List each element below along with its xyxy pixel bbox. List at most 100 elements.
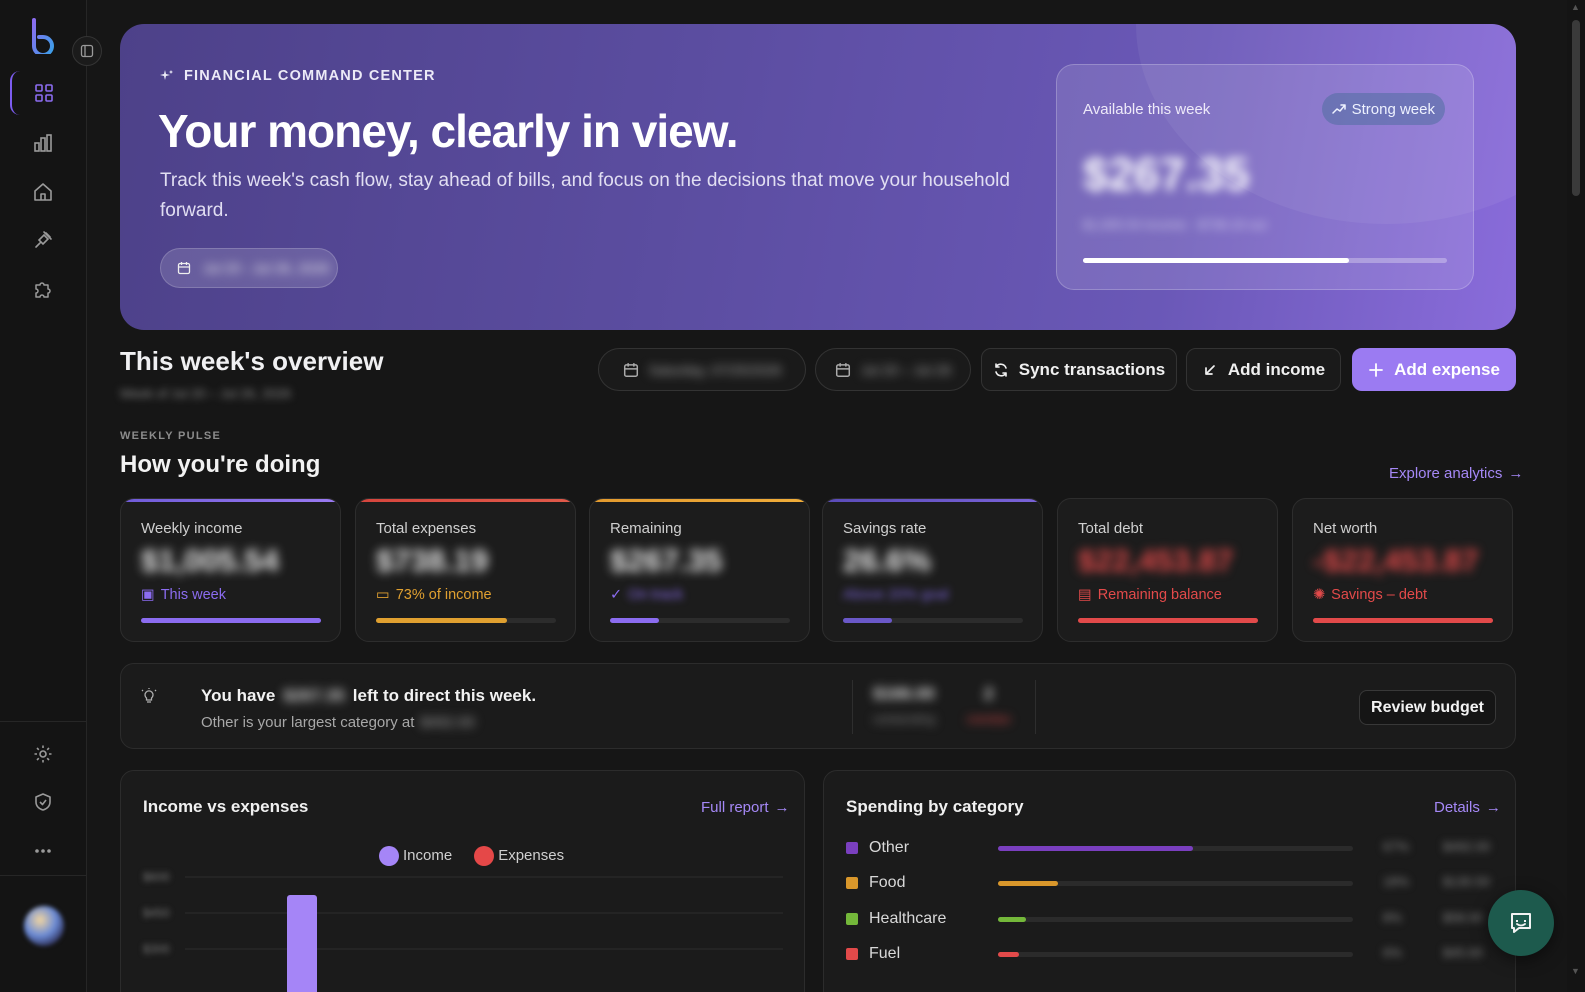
- stat-card-remaining[interactable]: Remaining $267.35 ✓ On track: [589, 498, 810, 642]
- stat-card-total-expenses[interactable]: Total expenses $738.19 ▭ 73% of income: [355, 498, 576, 642]
- nav-integrations[interactable]: [10, 218, 76, 262]
- nav-home[interactable]: [10, 170, 76, 214]
- date-picker-text: Saturday, 07/25/2026: [648, 361, 782, 378]
- category-bar: [998, 846, 1353, 851]
- pulse-eyebrow: WEEKLY PULSE: [120, 430, 222, 442]
- explore-analytics-link[interactable]: Explore analytics →: [1389, 465, 1523, 482]
- sidebar-toggle-icon: [80, 44, 94, 58]
- refresh-icon: [994, 362, 1007, 377]
- category-amount: $130.50: [1443, 874, 1490, 889]
- stat-label: Savings rate: [843, 520, 927, 537]
- category-bar: [998, 917, 1353, 922]
- hero-eyebrow-text: FINANCIAL COMMAND CENTER: [184, 68, 436, 84]
- category-row[interactable]: Food 18% $130.50: [846, 874, 1506, 894]
- hero-banner: FINANCIAL COMMAND CENTER Your money, cle…: [120, 24, 1516, 330]
- plug-icon: [35, 231, 52, 248]
- available-progress: [1083, 258, 1447, 263]
- category-name: Fuel: [869, 945, 901, 962]
- range-picker[interactable]: Jul 20 – Jul 26: [815, 348, 971, 391]
- insight-suffix: left to direct this week.: [352, 686, 537, 705]
- stat-progress: [1078, 618, 1258, 623]
- explore-analytics-text: Explore analytics: [1389, 465, 1503, 482]
- stat-label: Remaining: [610, 520, 682, 537]
- category-amount: $45.00: [1443, 945, 1483, 960]
- stat-card-net-worth[interactable]: Net worth -$22,453.87 ✺ Savings – debt: [1292, 498, 1513, 642]
- category-name: Other: [869, 839, 910, 856]
- scroll-down-icon[interactable]: ▼: [1571, 966, 1580, 976]
- lightbulb-icon: [141, 688, 157, 703]
- stat-progress-fill: [843, 618, 892, 623]
- category-bar-fill: [998, 881, 1059, 886]
- pulse-title: How you're doing: [120, 451, 321, 478]
- add-income-button[interactable]: Add income: [1186, 348, 1341, 391]
- calendar-icon: [623, 362, 638, 377]
- category-swatch: [846, 913, 858, 925]
- range-picker-text: Jul 20 – Jul 26: [860, 361, 952, 378]
- sync-transactions-button[interactable]: Sync transactions: [981, 348, 1177, 391]
- stat-progress: [843, 618, 1023, 623]
- date-picker[interactable]: Saturday, 07/25/2026: [598, 348, 806, 391]
- stat-accent: [823, 499, 1042, 502]
- scroll-up-icon[interactable]: ▲: [1571, 2, 1580, 12]
- category-swatch: [846, 842, 858, 854]
- stat-label: Net worth: [1313, 520, 1378, 537]
- category-row[interactable]: Healthcare 8% $58.00: [846, 910, 1506, 930]
- stat-card-weekly-income[interactable]: Weekly income $1,005.54 ▣ This week: [120, 498, 341, 642]
- hero-date-pill[interactable]: Jul 20 - Jul 26, 2026: [160, 248, 338, 288]
- details-link[interactable]: Details →: [1434, 799, 1501, 816]
- stat-progress: [1313, 618, 1493, 623]
- spending-title: Spending by category: [846, 797, 1024, 816]
- stat-note-text: 73% of income: [395, 587, 492, 603]
- add-expense-label: Add expense: [1394, 359, 1500, 379]
- nav-settings[interactable]: [10, 732, 76, 776]
- y-tick-label: $300: [143, 942, 170, 956]
- grid-icon: [35, 84, 53, 102]
- home-icon: [34, 183, 52, 201]
- stat-note: ▭ 73% of income: [376, 587, 492, 603]
- stat-note: ✺ Savings – debt: [1313, 587, 1427, 603]
- stat-note: ▤ Remaining balance: [1078, 587, 1222, 603]
- category-row[interactable]: Fuel 6% $45.00: [846, 945, 1506, 965]
- income-bar[interactable]: [287, 895, 317, 992]
- category-percent: 18%: [1383, 874, 1410, 889]
- category-percent: 67%: [1383, 839, 1410, 854]
- stat-progress: [376, 618, 556, 623]
- avatar[interactable]: [24, 906, 64, 946]
- scroll-thumb[interactable]: [1572, 20, 1580, 196]
- add-expense-button[interactable]: Add expense: [1352, 348, 1516, 391]
- stat-progress: [610, 618, 790, 623]
- more-icon: [35, 849, 51, 853]
- category-row[interactable]: Other 67% $492.00: [846, 839, 1506, 859]
- category-bar: [998, 881, 1353, 886]
- nav-extensions[interactable]: [10, 267, 76, 311]
- collapse-sidebar-button[interactable]: [72, 36, 102, 66]
- plus-icon: [1369, 362, 1383, 377]
- stat-note: Above 20% goal: [843, 587, 949, 603]
- stat-value: $267.35: [610, 543, 723, 578]
- review-budget-button[interactable]: Review budget: [1359, 690, 1496, 725]
- nav-analytics[interactable]: [10, 121, 76, 165]
- stat-note-text: Above 20% goal: [843, 587, 949, 603]
- available-card: Available this week Strong week $267.35 …: [1056, 64, 1474, 290]
- category-swatch: [846, 877, 858, 889]
- stat-note-text: Savings – debt: [1331, 587, 1428, 603]
- stat-progress-fill: [610, 618, 659, 623]
- arrow-right-icon: →: [1485, 799, 1501, 816]
- app-logo[interactable]: [28, 18, 60, 57]
- card-icon: ▭: [376, 587, 390, 603]
- check-icon: ✓: [610, 587, 623, 603]
- stat-note-text: This week: [160, 587, 226, 603]
- stat-card-total-debt[interactable]: Total debt $22,453.87 ▤ Remaining balance: [1057, 498, 1278, 642]
- scrollbar[interactable]: ▲ ▼: [1567, 0, 1585, 992]
- chat-assistant-button[interactable]: [1488, 890, 1554, 956]
- insight-subline: Other is your largest category at $492.0…: [201, 714, 475, 731]
- nav-more[interactable]: [10, 829, 76, 873]
- available-label: Available this week: [1083, 101, 1211, 118]
- nav-dashboard[interactable]: [10, 71, 76, 115]
- stat-accent: [121, 499, 340, 502]
- add-income-label: Add income: [1227, 359, 1326, 379]
- nav-security[interactable]: [10, 780, 76, 824]
- arrow-right-icon: →: [1508, 465, 1524, 482]
- sidebar-divider: [0, 721, 87, 722]
- stat-card-savings-rate[interactable]: Savings rate 26.6% Above 20% goal: [822, 498, 1043, 642]
